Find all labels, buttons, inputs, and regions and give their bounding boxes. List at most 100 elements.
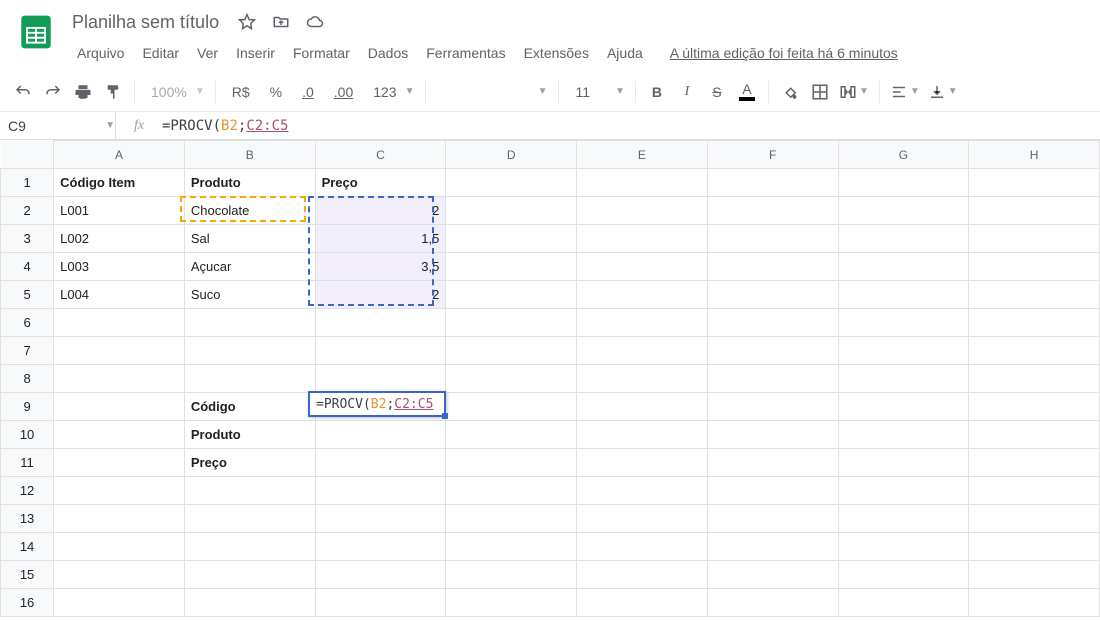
cell-H9[interactable] [969, 393, 1100, 421]
col-header-G[interactable]: G [838, 141, 969, 169]
cell-G2[interactable] [838, 197, 969, 225]
star-icon[interactable] [237, 12, 257, 32]
cell-B11[interactable]: Preço [184, 449, 315, 477]
menu-ver[interactable]: Ver [188, 41, 227, 65]
cell-G5[interactable] [838, 281, 969, 309]
bold-button[interactable]: B [642, 78, 672, 106]
cell-D8[interactable] [446, 365, 577, 393]
cell-G1[interactable] [838, 169, 969, 197]
cell-H1[interactable] [969, 169, 1100, 197]
cell-B2[interactable]: Chocolate [184, 197, 315, 225]
cell-G14[interactable] [838, 533, 969, 561]
cell-C12[interactable] [315, 477, 446, 505]
menu-arquivo[interactable]: Arquivo [68, 41, 133, 65]
menu-extensoes[interactable]: Extensões [515, 41, 598, 65]
cell-A6[interactable] [54, 309, 185, 337]
cell-G12[interactable] [838, 477, 969, 505]
cell-E16[interactable] [577, 589, 708, 617]
cell-B16[interactable] [184, 589, 315, 617]
cell-B5[interactable]: Suco [184, 281, 315, 309]
cell-H11[interactable] [969, 449, 1100, 477]
fill-color-button[interactable] [775, 78, 805, 106]
cell-A4[interactable]: L003 [54, 253, 185, 281]
cell-D14[interactable] [446, 533, 577, 561]
cell-F4[interactable] [707, 253, 838, 281]
cell-A2[interactable]: L001 [54, 197, 185, 225]
row-header-6[interactable]: 6 [1, 309, 54, 337]
cell-D12[interactable] [446, 477, 577, 505]
menu-formatar[interactable]: Formatar [284, 41, 359, 65]
col-header-H[interactable]: H [969, 141, 1100, 169]
menu-dados[interactable]: Dados [359, 41, 417, 65]
cell-B10[interactable]: Produto [184, 421, 315, 449]
cell-C4[interactable]: 3,5 [315, 253, 446, 281]
cell-H13[interactable] [969, 505, 1100, 533]
v-align-button[interactable]: ▼ [924, 78, 962, 106]
col-header-B[interactable]: B [184, 141, 315, 169]
cell-H16[interactable] [969, 589, 1100, 617]
row-header-11[interactable]: 11 [1, 449, 54, 477]
cell-D7[interactable] [446, 337, 577, 365]
cell-C15[interactable] [315, 561, 446, 589]
row-header-15[interactable]: 15 [1, 561, 54, 589]
redo-button[interactable] [38, 78, 68, 106]
cell-C3[interactable]: 1,5 [315, 225, 446, 253]
cell-H2[interactable] [969, 197, 1100, 225]
cell-F13[interactable] [707, 505, 838, 533]
cell-G8[interactable] [838, 365, 969, 393]
cell-C7[interactable] [315, 337, 446, 365]
cell-B7[interactable] [184, 337, 315, 365]
cell-B6[interactable] [184, 309, 315, 337]
cell-A1[interactable]: Código Item [54, 169, 185, 197]
cell-E10[interactable] [577, 421, 708, 449]
cell-D15[interactable] [446, 561, 577, 589]
cell-D10[interactable] [446, 421, 577, 449]
row-header-13[interactable]: 13 [1, 505, 54, 533]
cell-C5[interactable]: 2 [315, 281, 446, 309]
cell-G10[interactable] [838, 421, 969, 449]
cell-G11[interactable] [838, 449, 969, 477]
cell-G15[interactable] [838, 561, 969, 589]
cell-E5[interactable] [577, 281, 708, 309]
cell-A13[interactable] [54, 505, 185, 533]
cell-G16[interactable] [838, 589, 969, 617]
cell-D5[interactable] [446, 281, 577, 309]
cell-G7[interactable] [838, 337, 969, 365]
fill-handle[interactable] [442, 413, 448, 419]
cell-D13[interactable] [446, 505, 577, 533]
cell-H12[interactable] [969, 477, 1100, 505]
cell-E11[interactable] [577, 449, 708, 477]
sheets-logo[interactable] [16, 12, 56, 52]
cell-B13[interactable] [184, 505, 315, 533]
cell-F15[interactable] [707, 561, 838, 589]
cell-D4[interactable] [446, 253, 577, 281]
cell-E12[interactable] [577, 477, 708, 505]
cell-F3[interactable] [707, 225, 838, 253]
cell-C14[interactable] [315, 533, 446, 561]
cell-A15[interactable] [54, 561, 185, 589]
cell-F2[interactable] [707, 197, 838, 225]
cell-C2[interactable]: 2 [315, 197, 446, 225]
cell-F5[interactable] [707, 281, 838, 309]
cell-formula-editor[interactable]: =PROCV(B2;C2:C5 [308, 391, 446, 417]
cell-C8[interactable] [315, 365, 446, 393]
cell-E14[interactable] [577, 533, 708, 561]
doc-title[interactable]: Planilha sem título [68, 10, 223, 35]
row-header-1[interactable]: 1 [1, 169, 54, 197]
zoom-dropdown[interactable]: 100%▼ [141, 78, 209, 106]
formula-bar[interactable]: =PROCV(B2;C2:C5 [162, 118, 288, 134]
col-header-A[interactable]: A [54, 141, 185, 169]
text-color-button[interactable]: A [732, 78, 762, 106]
cell-H7[interactable] [969, 337, 1100, 365]
cell-D3[interactable] [446, 225, 577, 253]
undo-button[interactable] [8, 78, 38, 106]
cell-F12[interactable] [707, 477, 838, 505]
cell-C10[interactable] [315, 421, 446, 449]
cell-A7[interactable] [54, 337, 185, 365]
select-all-corner[interactable] [1, 141, 54, 169]
row-header-7[interactable]: 7 [1, 337, 54, 365]
cell-F7[interactable] [707, 337, 838, 365]
merge-cells-button[interactable]: ▼ [835, 78, 873, 106]
col-header-E[interactable]: E [577, 141, 708, 169]
col-header-F[interactable]: F [707, 141, 838, 169]
